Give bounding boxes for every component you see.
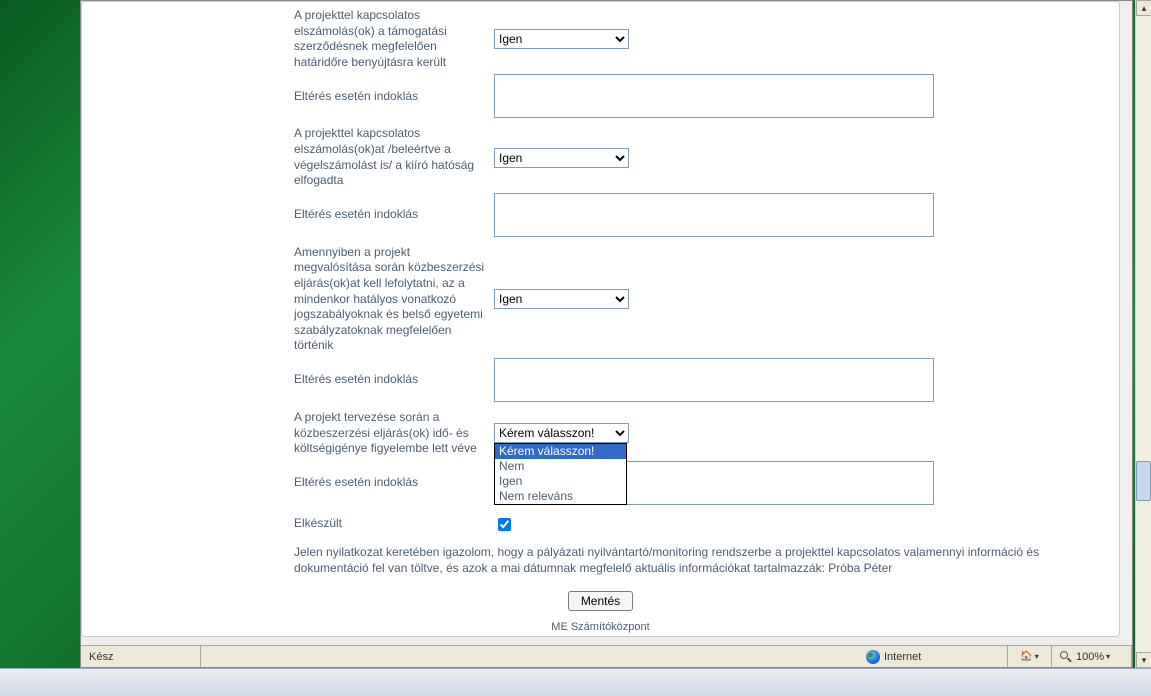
status-zoom-text: 100% (1076, 651, 1104, 663)
browser-scrollbar-vertical[interactable]: ▴ ▾ (1135, 0, 1151, 668)
dropdown-open-kozbeszerzes-figyelembe: Kérem válasszon! Nem Igen Nem releváns (494, 443, 627, 505)
select-kozbeszerzes-megfelelo[interactable]: Igen (494, 289, 629, 309)
label-indoklas-3: Eltérés esetén indoklás (294, 372, 494, 388)
label-indoklas-2: Eltérés esetén indoklás (294, 207, 494, 223)
form-row-indoklas-3: Eltérés esetén indoklás (82, 358, 1119, 402)
label-kozbeszerzes-figyelembe: A projekt tervezése során a közbeszerzés… (294, 410, 494, 457)
status-zone: Internet (858, 646, 1008, 667)
status-zone-text: Internet (884, 651, 921, 663)
form-row-kozbeszerzes-figyelembe: A projekt tervezése során a közbeszerzés… (82, 410, 1119, 457)
textarea-indoklas-1[interactable] (494, 74, 934, 118)
dropdown-item-nem-relevans[interactable]: Nem releváns (495, 489, 626, 504)
label-elkeszult: Elkészült (294, 516, 494, 532)
page-content: A projekttel kapcsolatos elszámolás(ok) … (81, 1, 1120, 637)
declaration-text: Jelen nyilatkozat keretében igazolom, ho… (82, 538, 1119, 584)
select-elszamolas-benyujtva[interactable]: Igen (494, 29, 629, 49)
dropdown-item-nem[interactable]: Nem (495, 459, 626, 474)
status-ready: Kész (81, 646, 201, 667)
browser-window: A projekttel kapcsolatos elszámolás(ok) … (80, 0, 1133, 668)
page-icon: 🏠 (1020, 651, 1032, 662)
scroll-down-arrow-icon[interactable]: ▾ (1136, 652, 1151, 668)
chevron-down-icon: ▾ (1104, 652, 1110, 661)
scroll-track[interactable] (1136, 16, 1151, 652)
save-button[interactable]: Mentés (568, 591, 633, 611)
zoom-icon (1060, 651, 1072, 663)
checkbox-elkeszult[interactable] (498, 518, 511, 531)
scroll-thumb[interactable] (1136, 461, 1151, 501)
form-row-elkeszult: Elkészült (82, 515, 1119, 534)
form-row-indoklas-2: Eltérés esetén indoklás (82, 193, 1119, 237)
label-indoklas-4: Eltérés esetén indoklás (294, 475, 494, 491)
form-area: A projekttel kapcsolatos elszámolás(ok) … (82, 2, 1119, 637)
scroll-up-arrow-icon[interactable]: ▴ (1136, 0, 1151, 16)
browser-statusbar: Kész Internet 🏠 ▾ 100% ▾ (81, 645, 1132, 667)
form-row-kozbeszerzes-megfelelo: Amennyiben a projekt megvalósítása során… (82, 245, 1119, 354)
textarea-indoklas-2[interactable] (494, 193, 934, 237)
select-kozbeszerzes-figyelembe[interactable]: Kérem válasszon! (494, 423, 629, 443)
label-indoklas-1: Eltérés esetén indoklás (294, 89, 494, 105)
dropdown-item-kerem-valasszon[interactable]: Kérem válasszon! (495, 444, 626, 459)
chevron-down-icon: ▾ (1033, 652, 1039, 661)
button-row: Mentés (82, 583, 1119, 619)
globe-icon (866, 650, 880, 664)
label-elszamolas-elfogadva: A projekttel kapcsolatos elszámolás(ok)a… (294, 126, 494, 188)
desktop-background: A projekttel kapcsolatos elszámolás(ok) … (0, 0, 1151, 696)
form-row-elszamolas-elfogadva: A projekttel kapcsolatos elszámolás(ok)a… (82, 126, 1119, 188)
footer-label: ME Számítóközpont (82, 619, 1119, 637)
dropdown-item-igen[interactable]: Igen (495, 474, 626, 489)
form-row-elszamolas-benyujtva: A projekttel kapcsolatos elszámolás(ok) … (82, 8, 1119, 70)
status-zoom[interactable]: 100% ▾ (1052, 646, 1132, 667)
windows-taskbar (0, 668, 1151, 696)
select-elszamolas-elfogadva[interactable]: Igen (494, 148, 629, 168)
browser-viewport: A projekttel kapcsolatos elszámolás(ok) … (81, 1, 1132, 645)
label-kozbeszerzes-megfelelo: Amennyiben a projekt megvalósítása során… (294, 245, 494, 354)
status-protected-mode[interactable]: 🏠 ▾ (1008, 646, 1052, 667)
textarea-indoklas-3[interactable] (494, 358, 934, 402)
form-row-indoklas-1: Eltérés esetén indoklás (82, 74, 1119, 118)
label-elszamolas-benyujtva: A projekttel kapcsolatos elszámolás(ok) … (294, 8, 494, 70)
